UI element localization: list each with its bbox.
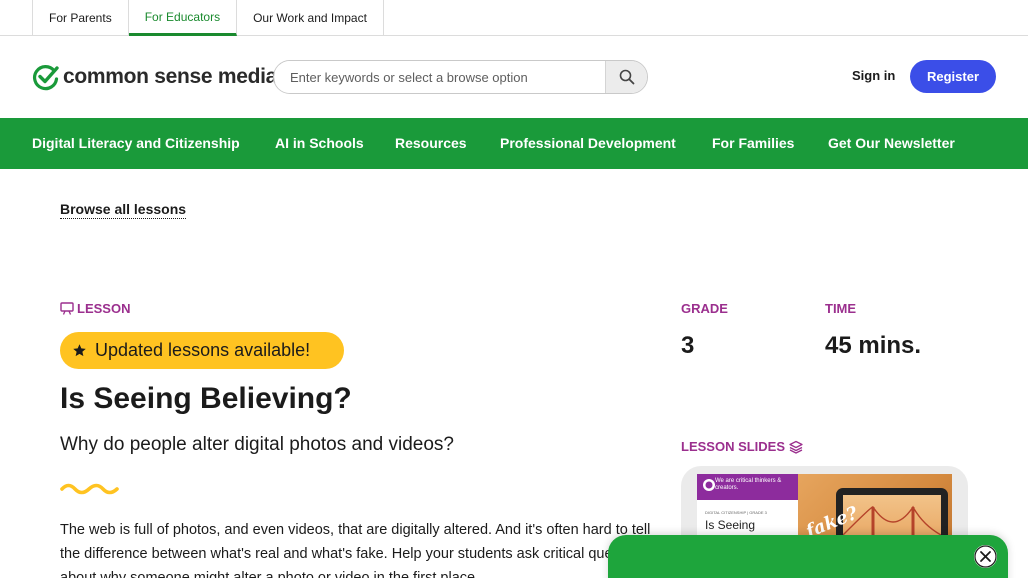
checkmark-circle-icon — [33, 65, 59, 91]
search-button[interactable] — [605, 61, 647, 93]
site-logo[interactable]: common sense media — [32, 63, 277, 91]
tab-our-work-and-impact[interactable]: Our Work and Impact — [237, 0, 384, 36]
popup-close-button[interactable] — [974, 545, 997, 568]
close-icon — [974, 545, 997, 568]
slide-band-text: We are critical thinkers & creators. — [715, 478, 782, 491]
nav-resources[interactable]: Resources — [395, 118, 467, 169]
lesson-type-label: LESSON — [60, 301, 130, 316]
register-button[interactable]: Register — [910, 60, 996, 93]
updated-lessons-label: Updated lessons available! — [95, 340, 311, 360]
nav-ai-in-schools[interactable]: AI in Schools — [275, 118, 364, 169]
lesson-slides-label: LESSON SLIDES — [681, 439, 803, 454]
audience-tabs: For Parents For Educators Our Work and I… — [32, 0, 384, 36]
nav-for-families[interactable]: For Families — [712, 118, 794, 169]
nav-professional-development[interactable]: Professional Development — [500, 118, 676, 169]
updated-lessons-button[interactable]: Updated lessons available! — [60, 332, 344, 369]
lesson-type-text: LESSON — [77, 301, 131, 316]
nav-digital-literacy[interactable]: Digital Literacy and Citizenship — [32, 118, 240, 169]
tab-for-educators[interactable]: For Educators — [128, 0, 238, 36]
tab-for-parents[interactable]: For Parents — [33, 0, 129, 36]
badge-icon — [703, 479, 715, 491]
browse-all-lessons-link[interactable]: Browse all lessons — [60, 201, 187, 219]
time-value: 45 mins. — [825, 332, 922, 359]
lesson-slides-text: LESSON SLIDES — [681, 439, 786, 454]
decorative-squiggle — [60, 483, 119, 495]
sign-in-link[interactable]: Sign in — [852, 68, 895, 83]
lesson-description: The web is full of photos, and even vide… — [60, 522, 651, 578]
page-subtitle: Why do people alter digital photos and v… — [60, 434, 454, 455]
slide-meta: DIGITAL CITIZENSHIP | GRADE 3 — [705, 510, 767, 515]
search-input[interactable] — [274, 61, 605, 93]
slide-title: Is Seeing — [705, 518, 756, 532]
star-icon — [73, 344, 86, 357]
presentation-icon — [60, 302, 74, 315]
grade-label: GRADE — [681, 301, 728, 316]
audience-bar: For Parents For Educators Our Work and I… — [0, 0, 1028, 36]
time-label: TIME — [825, 301, 857, 316]
newsletter-popup — [608, 535, 1008, 578]
search-icon — [619, 69, 634, 85]
main-nav: Digital Literacy and Citizenship AI in S… — [0, 118, 1028, 169]
grade-value: 3 — [681, 332, 695, 359]
layers-icon — [789, 440, 803, 454]
search-bar — [273, 60, 648, 94]
logo-text: common sense media — [63, 65, 278, 88]
page-title: Is Seeing Believing? — [60, 382, 352, 415]
nav-newsletter[interactable]: Get Our Newsletter — [828, 118, 955, 169]
